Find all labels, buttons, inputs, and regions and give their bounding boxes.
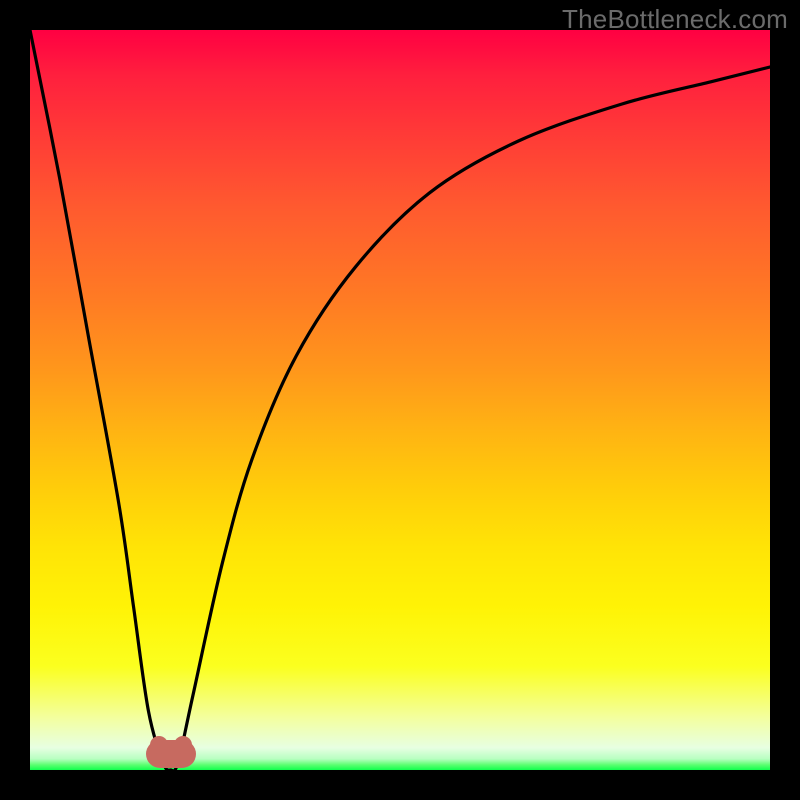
chart-frame: TheBottleneck.com [0, 0, 800, 800]
curve-svg [30, 30, 770, 770]
optimal-marker [146, 740, 196, 768]
watermark-text: TheBottleneck.com [562, 4, 788, 35]
bottleneck-curve [30, 30, 770, 770]
plot-area [30, 30, 770, 770]
